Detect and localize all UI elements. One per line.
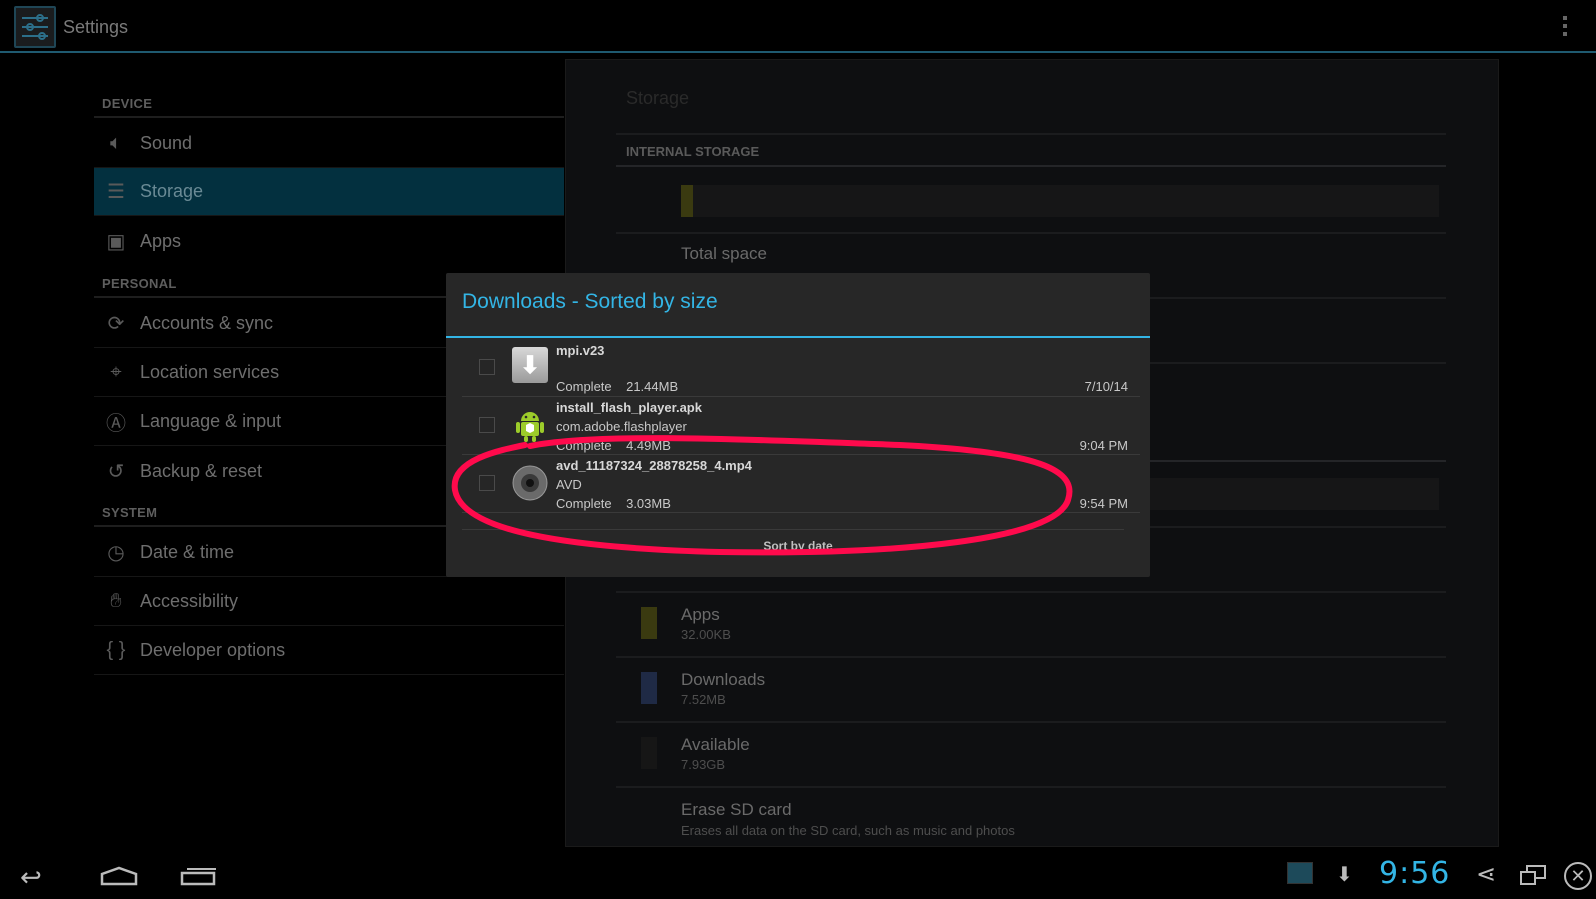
status-line: Complete 3.03MB [556, 496, 671, 511]
sidebar-item-label: Accounts & sync [140, 313, 274, 333]
divider [616, 133, 1446, 135]
sidebar-item-label: Accessibility [140, 591, 239, 611]
download-row[interactable]: avd_11187324_28878258_4.mp4 AVD Complete… [462, 455, 1140, 513]
settings-app-icon[interactable] [14, 6, 56, 48]
divider [616, 721, 1446, 723]
timestamp: 9:54 PM [1079, 496, 1128, 511]
sidebar-item-label: Storage [140, 181, 204, 201]
back-button[interactable]: ↩ [20, 862, 42, 893]
sync-icon: ⟳ [107, 313, 125, 335]
package-name: com.adobe.flashplayer [556, 419, 687, 434]
home-button[interactable] [100, 866, 138, 891]
section-header-system: SYSTEM [102, 505, 158, 520]
divider [616, 656, 1446, 658]
storage-usage-bar [681, 185, 1439, 217]
downloads-label[interactable]: Downloads [681, 670, 765, 690]
recent-apps-button[interactable] [180, 866, 218, 891]
dialog-title: Downloads - Sorted by size [462, 290, 718, 313]
language-icon: Ⓐ [106, 413, 126, 435]
storage-icon: ☰ [107, 181, 125, 203]
divider [94, 116, 564, 118]
apps-icon: ▣ [106, 230, 126, 253]
apps-label[interactable]: Apps [681, 605, 720, 625]
section-internal-storage: INTERNAL STORAGE [626, 144, 760, 159]
system-nav-bar [0, 851, 1596, 899]
download-icon: ⬇ [512, 347, 548, 383]
row-checkbox[interactable] [479, 417, 495, 433]
status: Complete [556, 438, 612, 453]
download-row[interactable]: install_flash_player.apk com.adobe.flash… [462, 397, 1140, 455]
braces-icon: { } [106, 639, 126, 661]
sidebar-item-label: Language & input [140, 411, 282, 431]
apps-color-swatch [641, 607, 657, 639]
status-clock[interactable]: 9:56 [1379, 856, 1450, 891]
share-icon[interactable]: ⋖ [1476, 860, 1496, 889]
file-name: avd_11187324_28878258_4.mp4 [556, 458, 752, 473]
divider [462, 529, 1124, 530]
camera-shutter-icon [512, 465, 548, 501]
sidebar-item-accessibility[interactable]: ✋︎ Accessibility [94, 578, 564, 626]
app-title: Settings [63, 17, 129, 37]
divider [616, 591, 1446, 593]
status: Complete [556, 496, 612, 511]
sd-usage-bar [1141, 478, 1439, 510]
overflow-menu-icon[interactable] [1562, 16, 1568, 40]
backup-icon: ↺ [107, 460, 125, 483]
divider [616, 232, 1446, 234]
location-icon: ⌖ [110, 361, 122, 383]
timestamp: 9:04 PM [1079, 438, 1128, 453]
available-size: 7.93GB [681, 757, 726, 772]
size: 21.44MB [626, 379, 679, 394]
sidebar-item-label: Sound [140, 133, 193, 153]
size: 3.03MB [626, 496, 671, 511]
file-name: install_flash_player.apk [556, 400, 702, 415]
download-notification-icon[interactable]: ⬇ [1336, 862, 1353, 887]
file-name: mpi.v23 [556, 343, 605, 358]
section-header-personal: PERSONAL [102, 276, 177, 291]
available-color-swatch [641, 737, 657, 769]
downloads-color-swatch [641, 672, 657, 704]
download-row[interactable]: ⬇ mpi.v23 Complete 21.44MB 7/10/14 [462, 339, 1140, 397]
sidebar-item-developer[interactable]: { } Developer options [94, 627, 564, 675]
sidebar-item-storage[interactable]: ☰ Storage [94, 168, 564, 216]
sidebar-item-label: Backup & reset [140, 460, 263, 481]
package-name: AVD [556, 477, 582, 492]
sidebar-item-label: Location services [140, 362, 280, 382]
divider [616, 165, 1446, 167]
section-header-device: DEVICE [102, 96, 153, 111]
sidebar-item-sound[interactable]: 🔈︎ Sound [94, 120, 564, 168]
downloads-size: 7.52MB [681, 692, 726, 707]
window-icon[interactable] [1519, 864, 1547, 891]
erase-sd-desc: Erases all data on the SD card, such as … [681, 823, 1015, 838]
sidebar-item-label: Developer options [140, 640, 286, 660]
available-label: Available [681, 735, 750, 754]
sort-by-date-button[interactable]: Sort by date [446, 539, 1150, 553]
downloads-dialog: Downloads - Sorted by size ⬇ mpi.v23 Com… [446, 273, 1150, 577]
erase-sd-card[interactable]: Erase SD card [681, 800, 792, 820]
row-checkbox[interactable] [479, 475, 495, 491]
close-icon[interactable]: ✕ [1564, 862, 1592, 890]
status-line: Complete 4.49MB [556, 438, 671, 453]
apps-size: 32.00KB [681, 627, 731, 642]
sidebar-item-apps[interactable]: ▣ Apps [94, 217, 564, 265]
speaker-icon: 🔈︎ [110, 132, 122, 154]
status: Complete [556, 379, 612, 394]
sidebar-item-label: Apps [140, 230, 182, 251]
timestamp: 7/10/14 [1084, 379, 1128, 394]
size: 4.49MB [626, 438, 671, 453]
screenshot-notification-icon[interactable] [1287, 862, 1313, 884]
clock-icon: ◷ [107, 542, 125, 564]
android-icon [512, 407, 548, 443]
hand-icon: ✋︎ [110, 590, 122, 612]
usage-bar-fill [681, 185, 694, 217]
divider [616, 786, 1446, 788]
panel-title: Storage [626, 88, 690, 108]
action-bar [0, 0, 1596, 53]
dialog-title-divider [446, 336, 1150, 338]
total-space-label: Total space [681, 244, 767, 263]
sidebar-item-label: Date & time [140, 542, 235, 562]
status-line: Complete 21.44MB [556, 379, 678, 394]
row-checkbox[interactable] [479, 359, 495, 375]
